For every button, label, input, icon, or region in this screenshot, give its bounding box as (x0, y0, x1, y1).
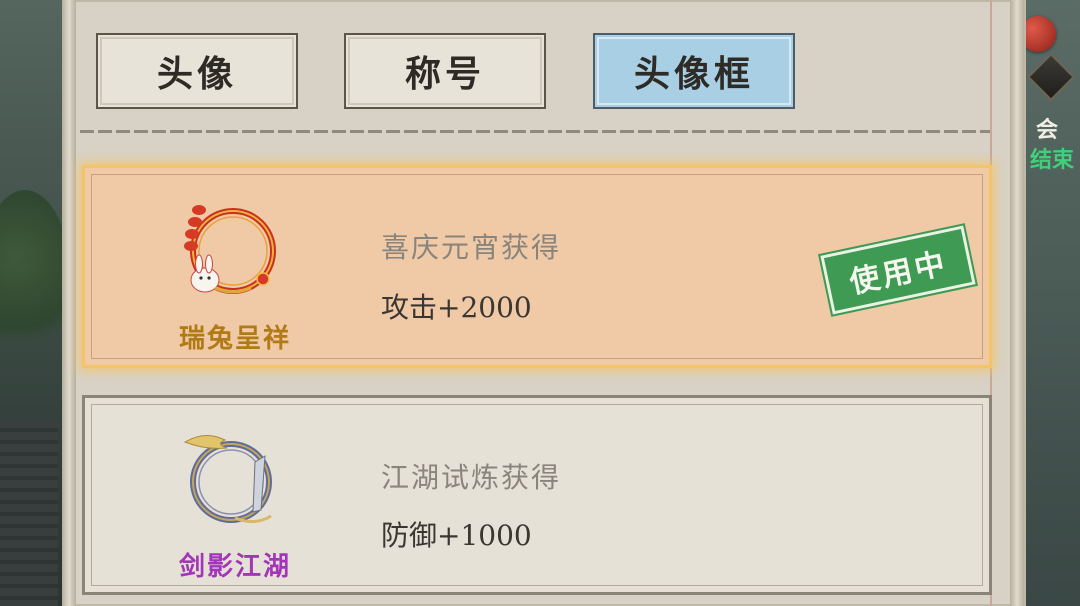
roof-decoration (0, 420, 58, 606)
frame-card[interactable]: 剑影江湖 江湖试炼获得 防御+1000 (82, 395, 992, 595)
frame-card-equipped[interactable]: 瑞兔呈祥 喜庆元宵获得 攻击+2000 使用中 (82, 165, 992, 368)
frame-name: 剑影江湖 (178, 552, 291, 582)
panel-edge-right (1010, 0, 1024, 606)
panel-edge-left (62, 0, 76, 606)
rabbit-lantern-frame-icon (184, 205, 276, 294)
frame-name: 瑞兔呈祥 (178, 324, 291, 354)
side-label-bottom: 结束 (1029, 147, 1074, 173)
tab-divider (80, 130, 990, 133)
side-label-top: 会 (1035, 117, 1058, 143)
tab-avatar-frame[interactable]: 头像框 (593, 33, 795, 109)
tab-avatar[interactable]: 头像 (96, 33, 298, 109)
frame-attribute: 攻击+2000 (381, 291, 532, 324)
tab-title[interactable]: 称号 (344, 33, 546, 109)
sword-shadow-frame-icon (183, 435, 272, 523)
frame-attribute: 防御+1000 (381, 519, 532, 552)
frame-source: 江湖试炼获得 (381, 461, 562, 494)
frame-source: 喜庆元宵获得 (381, 231, 562, 264)
